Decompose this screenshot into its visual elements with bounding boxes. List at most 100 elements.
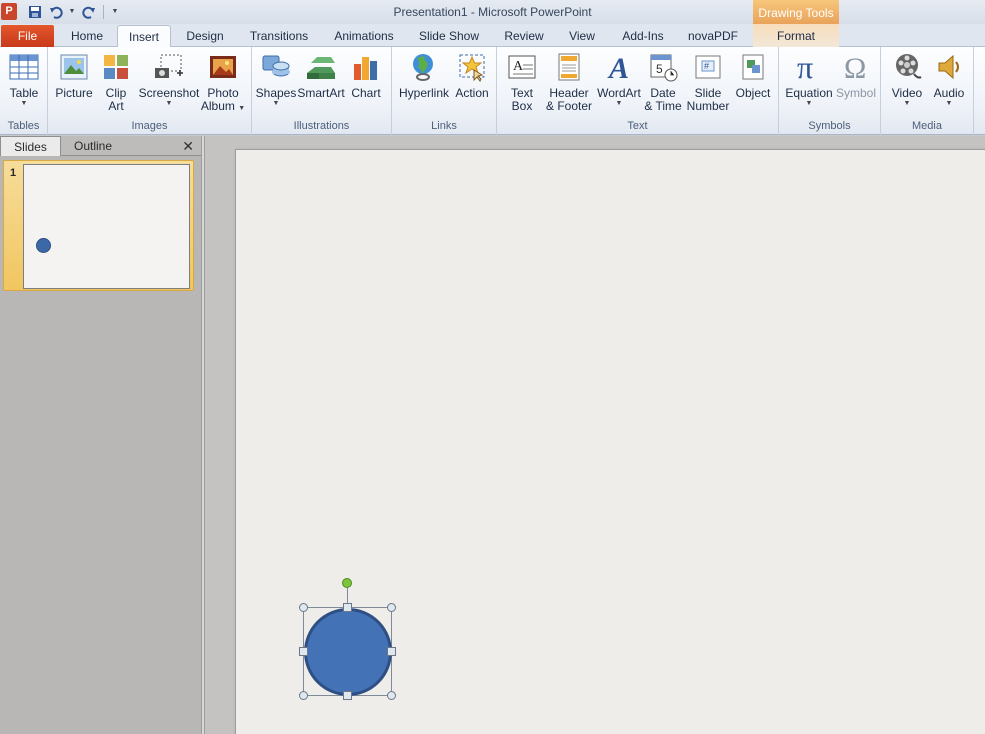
tab-animations[interactable]: Animations (330, 27, 398, 47)
photo-album-icon (207, 51, 239, 83)
svg-text:A: A (513, 59, 524, 74)
group-media: Video ▼ Audio ▼ Media (881, 47, 974, 135)
chevron-down-icon: ▼ (238, 105, 246, 112)
smartart-button[interactable]: SmartArt (297, 51, 345, 100)
picture-icon (58, 51, 90, 83)
table-icon (8, 51, 40, 83)
svg-text:5: 5 (656, 62, 663, 76)
thumbnail-circle-shape (36, 238, 51, 253)
chevron-down-icon: ▼ (272, 100, 280, 107)
calendar-clock-icon: 5 (647, 51, 679, 83)
action-button[interactable]: Action (452, 51, 492, 100)
object-button[interactable]: Object (731, 51, 775, 100)
slide-number-label: 1 (10, 167, 17, 179)
tab-design[interactable]: Design (180, 27, 230, 47)
table-button[interactable]: Table ▼ (6, 51, 42, 108)
slide-thumbnail[interactable] (23, 164, 190, 289)
svg-text:A: A (607, 52, 629, 82)
chart-button[interactable]: Chart (346, 51, 386, 100)
group-text: A Text Box Header & Footer A WordArt ▼ 5 D… (497, 47, 779, 135)
text-box-button[interactable]: A Text Box (503, 51, 541, 113)
resize-handle-right[interactable] (387, 647, 396, 656)
date-time-button[interactable]: 5 Date & Time (643, 51, 683, 113)
slide-number-button[interactable]: # Slide Number (685, 51, 731, 113)
resize-handle-top-left[interactable] (299, 603, 308, 612)
chevron-down-icon: ▼ (615, 100, 623, 107)
tab-format[interactable]: Format (766, 27, 826, 47)
group-symbols: π Equation ▼ Ω Symbol Symbols (779, 47, 881, 135)
chevron-down-icon: ▼ (20, 100, 28, 107)
film-reel-icon (891, 51, 923, 83)
photo-album-button[interactable]: Photo Album ▼ (200, 51, 246, 113)
action-star-icon (456, 51, 488, 83)
group-label-text: Text (627, 120, 648, 132)
resize-handle-bottom[interactable] (343, 691, 352, 700)
resize-handle-top-right[interactable] (387, 603, 396, 612)
slide-number-icon: # (692, 51, 724, 83)
group-label-symbols: Symbols (808, 120, 851, 132)
tab-outline[interactable]: Outline (62, 136, 124, 156)
shapes-button[interactable]: Shapes ▼ (256, 51, 296, 108)
tab-file[interactable]: File (1, 25, 54, 47)
group-illustrations: Shapes ▼ SmartArt Chart Illustrations (252, 47, 392, 135)
smartart-icon (305, 51, 337, 83)
slide-thumbnail-selected[interactable]: 1 (3, 160, 194, 291)
group-tables: Table ▼ Tables (0, 47, 48, 135)
group-label-links: Links (431, 120, 457, 132)
slides-pane: Slides Outline ✕ 1 (0, 136, 201, 734)
equation-button[interactable]: π Equation ▼ (783, 51, 835, 108)
resize-handle-left[interactable] (299, 647, 308, 656)
tab-novapdf[interactable]: novaPDF (684, 27, 742, 47)
speaker-icon (933, 51, 965, 83)
chevron-down-icon: ▼ (903, 100, 911, 107)
chevron-down-icon: ▼ (945, 100, 953, 107)
tab-slide-show[interactable]: Slide Show (415, 27, 483, 47)
group-label-media: Media (912, 120, 942, 132)
tab-add-ins[interactable]: Add-Ins (616, 27, 670, 47)
omega-icon: Ω (840, 51, 872, 83)
header-footer-button[interactable]: Header & Footer (545, 51, 593, 113)
tab-home[interactable]: Home (62, 27, 112, 47)
tab-insert[interactable]: Insert (117, 25, 171, 48)
resize-handle-top[interactable] (343, 603, 352, 612)
hyperlink-globe-icon (408, 51, 440, 83)
resize-handle-bottom-right[interactable] (387, 691, 396, 700)
clip-art-button[interactable]: Clip Art (100, 51, 132, 113)
audio-button[interactable]: Audio ▼ (929, 51, 969, 108)
group-links: Hyperlink Action Links (392, 47, 497, 135)
pi-icon: π (793, 51, 825, 83)
wordart-icon: A (603, 51, 635, 83)
ribbon-tabs: File Home Insert Design Transitions Anim… (0, 24, 985, 48)
object-icon (737, 51, 769, 83)
drawing-tools-header: Drawing Tools (753, 0, 839, 24)
rotation-handle[interactable] (342, 578, 352, 588)
screenshot-icon (153, 51, 185, 83)
video-button[interactable]: Video ▼ (885, 51, 929, 108)
ribbon: Table ▼ Tables Picture Clip Art Screensho… (0, 47, 985, 135)
close-icon[interactable]: ✕ (182, 138, 194, 155)
pane-tabs: Slides Outline ✕ (0, 136, 201, 156)
header-footer-icon (553, 51, 585, 83)
tab-view[interactable]: View (562, 27, 602, 47)
screenshot-button[interactable]: Screenshot ▼ (136, 51, 202, 108)
text-box-icon: A (506, 51, 538, 83)
circle-shape[interactable] (304, 608, 392, 696)
chart-icon (350, 51, 382, 83)
group-label-tables: Tables (7, 120, 40, 132)
title-bar: P ▼ ▼ Presentation1 - Microsoft PowerPoi… (0, 0, 985, 24)
chevron-down-icon: ▼ (805, 100, 813, 107)
group-images: Picture Clip Art Screenshot ▼ Photo Album … (48, 47, 252, 135)
tab-review[interactable]: Review (500, 27, 548, 47)
group-label-images: Images (131, 120, 168, 132)
tab-transitions[interactable]: Transitions (245, 27, 313, 47)
tab-slides[interactable]: Slides (0, 136, 61, 156)
symbol-button[interactable]: Ω Symbol (835, 51, 877, 100)
hyperlink-button[interactable]: Hyperlink (396, 51, 452, 100)
group-label-illustrations: Illustrations (293, 120, 350, 132)
svg-text:#: # (704, 61, 709, 71)
shapes-icon (260, 51, 292, 83)
picture-button[interactable]: Picture (52, 51, 96, 100)
chevron-down-icon: ▼ (165, 100, 173, 107)
wordart-button[interactable]: A WordArt ▼ (595, 51, 643, 108)
resize-handle-bottom-left[interactable] (299, 691, 308, 700)
